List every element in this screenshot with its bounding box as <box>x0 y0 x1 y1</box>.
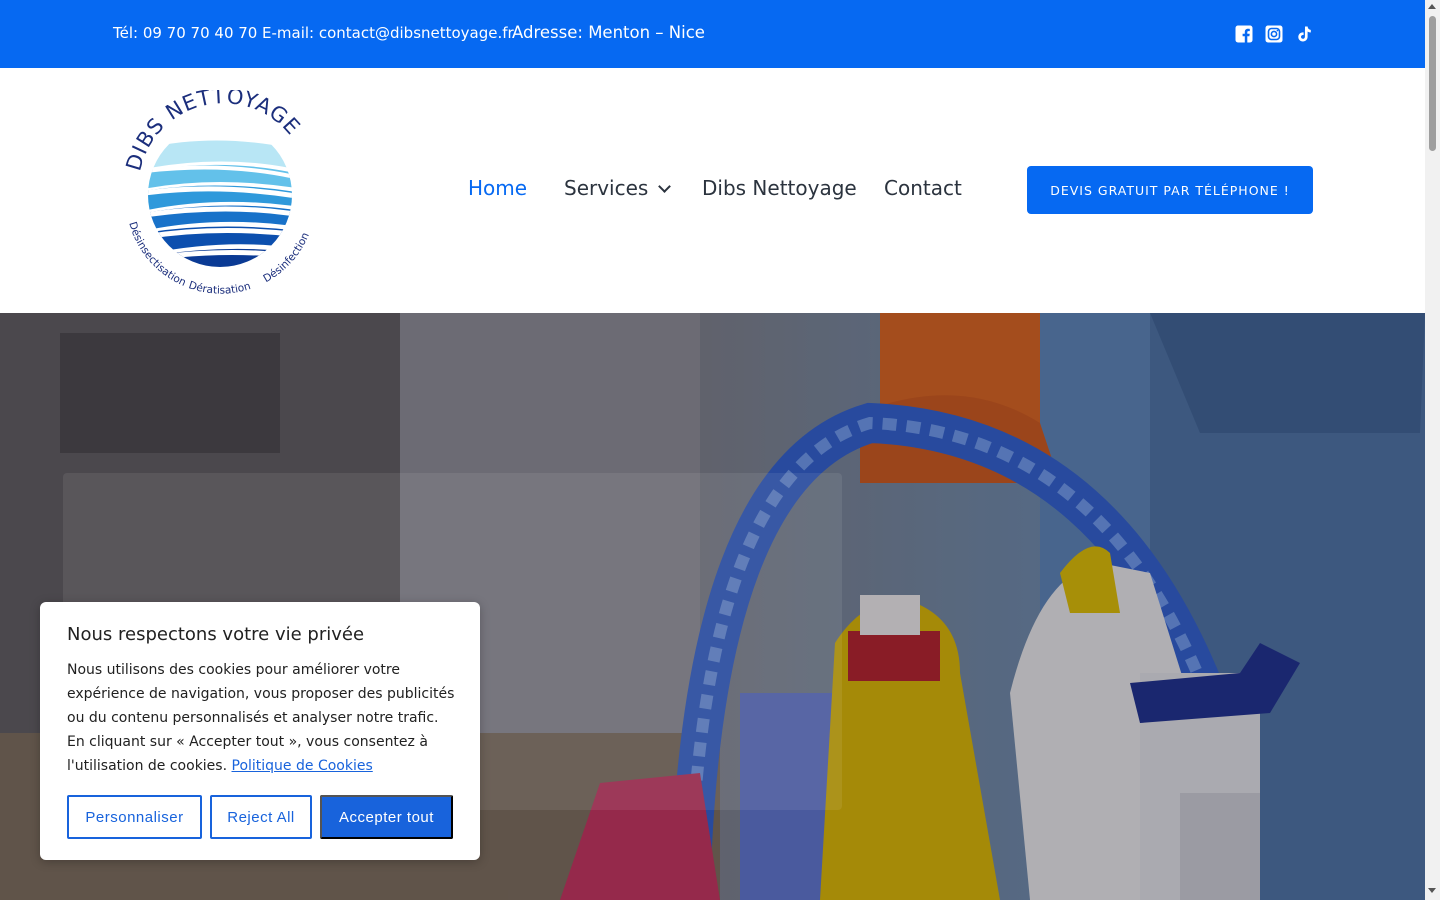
page-scrollbar[interactable] <box>1425 0 1440 900</box>
cookie-policy-link[interactable]: Politique de Cookies <box>232 758 373 774</box>
accept-all-button[interactable]: Accepter tout <box>320 795 453 839</box>
nav-dibs-nettoyage[interactable]: Dibs Nettoyage <box>702 176 857 200</box>
free-quote-button[interactable]: DEVIS GRATUIT PAR TÉLÉPHONE ! <box>1027 166 1313 214</box>
address: Adresse: Menton – Nice <box>512 23 705 42</box>
scroll-up-arrow-icon[interactable] <box>1428 4 1436 9</box>
chevron-down-icon <box>658 180 672 193</box>
facebook-icon[interactable] <box>1235 25 1253 43</box>
phone-number[interactable]: Tél: 09 70 70 40 70 <box>113 24 257 42</box>
reject-all-button[interactable]: Reject All <box>210 795 312 839</box>
site-header: DIBS NETTOYAGE Désinsectisation Dératisa… <box>0 68 1425 313</box>
nav-services-label: Services <box>564 176 649 200</box>
top-info-bar: Tél: 09 70 70 40 70 E-mail: contact@dibs… <box>0 0 1425 68</box>
scroll-thumb[interactable] <box>1429 16 1436 151</box>
nav-services[interactable]: Services <box>564 176 672 200</box>
instagram-icon[interactable] <box>1265 25 1283 43</box>
logo-service-bottom: Dératisation <box>187 279 252 296</box>
nav-home[interactable]: Home <box>468 176 527 200</box>
nav-contact[interactable]: Contact <box>884 176 962 200</box>
cookie-title: Nous respectons votre vie privée <box>67 624 365 645</box>
cookie-consent-dialog: Nous respectons votre vie privée Nous ut… <box>40 602 480 860</box>
customize-button[interactable]: Personnaliser <box>67 795 202 839</box>
dibs-nettoyage-logo[interactable]: DIBS NETTOYAGE Désinsectisation Dératisa… <box>118 84 324 297</box>
cookie-description: Nous utilisons des cookies pour améliore… <box>67 658 459 778</box>
tiktok-icon[interactable] <box>1295 25 1313 43</box>
scroll-down-arrow-icon[interactable] <box>1428 888 1436 893</box>
email-address[interactable]: E-mail: contact@dibsnettoyage.fr <box>262 24 514 42</box>
